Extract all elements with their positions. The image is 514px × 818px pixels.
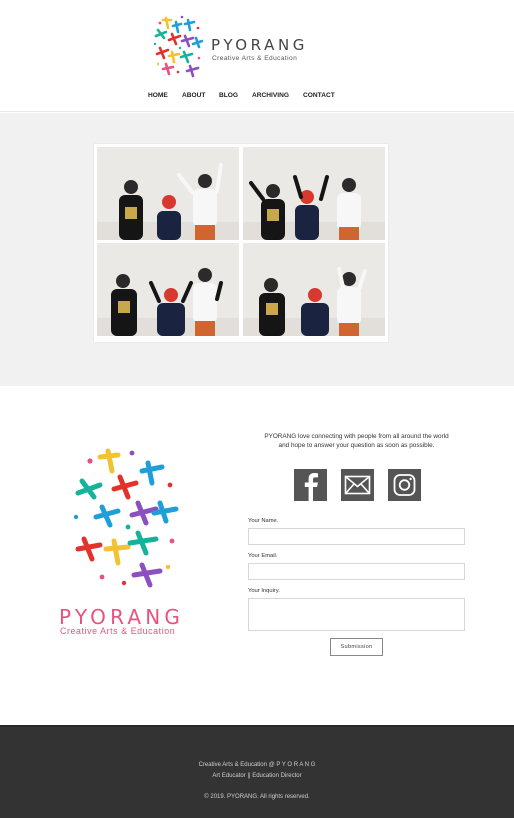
- email-icon: [341, 469, 374, 501]
- logo-brand-name: PYORANG: [211, 36, 308, 54]
- site-header: PYORANG Creative Arts & Education HOME A…: [0, 0, 514, 112]
- gallery-photo-1[interactable]: [97, 147, 239, 240]
- footer-line-2: Art Educator || Education Director: [212, 773, 302, 779]
- inquiry-field-label: Your Inquiry.: [248, 588, 280, 594]
- name-field-label: Your Name.: [248, 518, 279, 524]
- gallery-photo-3[interactable]: [97, 243, 239, 336]
- nav-item-archiving[interactable]: ARCHIVING: [252, 92, 289, 99]
- site-footer: Creative Arts & Education @ P Y O R A N …: [0, 725, 514, 818]
- nav-item-about[interactable]: ABOUT: [182, 92, 205, 99]
- email-field-label: Your Email.: [248, 553, 278, 559]
- nav-item-blog[interactable]: BLOG: [219, 92, 238, 99]
- contact-intro-text: PYORANG love connecting with people from…: [248, 432, 465, 450]
- photo-gallery-section: [0, 113, 514, 386]
- photo-kids-3: [97, 243, 239, 336]
- photo-kids-1: [97, 147, 239, 240]
- nav-item-contact[interactable]: CONTACT: [303, 92, 335, 99]
- contact-intro-line-2: and hope to answer your question as soon…: [278, 442, 435, 449]
- main-nav: HOME ABOUT BLOG ARCHIVING CONTACT: [0, 92, 514, 102]
- photo-kids-2: [243, 147, 385, 240]
- contact-brand-tagline: Creative Arts & Education: [60, 626, 176, 636]
- contact-intro-line-1: PYORANG love connecting with people from…: [264, 433, 449, 440]
- instagram-link[interactable]: [388, 469, 421, 501]
- nav-item-home[interactable]: HOME: [148, 92, 168, 99]
- photo-kids-4: [243, 243, 385, 336]
- pyorang-large-logo-icon: [73, 448, 179, 588]
- email-input[interactable]: [248, 563, 465, 580]
- submission-button[interactable]: Submission: [330, 638, 383, 656]
- instagram-icon: [388, 469, 421, 501]
- contact-section: PYORANG Creative Arts & Education PYORAN…: [0, 386, 514, 725]
- gallery-photo-2[interactable]: [243, 147, 385, 240]
- footer-line-1: Creative Arts & Education @ P Y O R A N …: [198, 762, 316, 768]
- name-input[interactable]: [248, 528, 465, 545]
- footer-copyright: © 2019. PYORANG. All rights reserved.: [204, 794, 310, 800]
- site-logo[interactable]: PYORANG Creative Arts & Education: [152, 14, 322, 80]
- facebook-link[interactable]: [294, 469, 327, 501]
- gallery-photo-4[interactable]: [243, 243, 385, 336]
- photo-grid: [94, 144, 388, 342]
- inquiry-textarea[interactable]: [248, 598, 465, 631]
- pyorang-logo-mark-icon: [153, 15, 204, 78]
- email-link[interactable]: [341, 469, 374, 501]
- facebook-icon: [294, 469, 327, 501]
- logo-tagline: Creative Arts & Education: [212, 55, 298, 62]
